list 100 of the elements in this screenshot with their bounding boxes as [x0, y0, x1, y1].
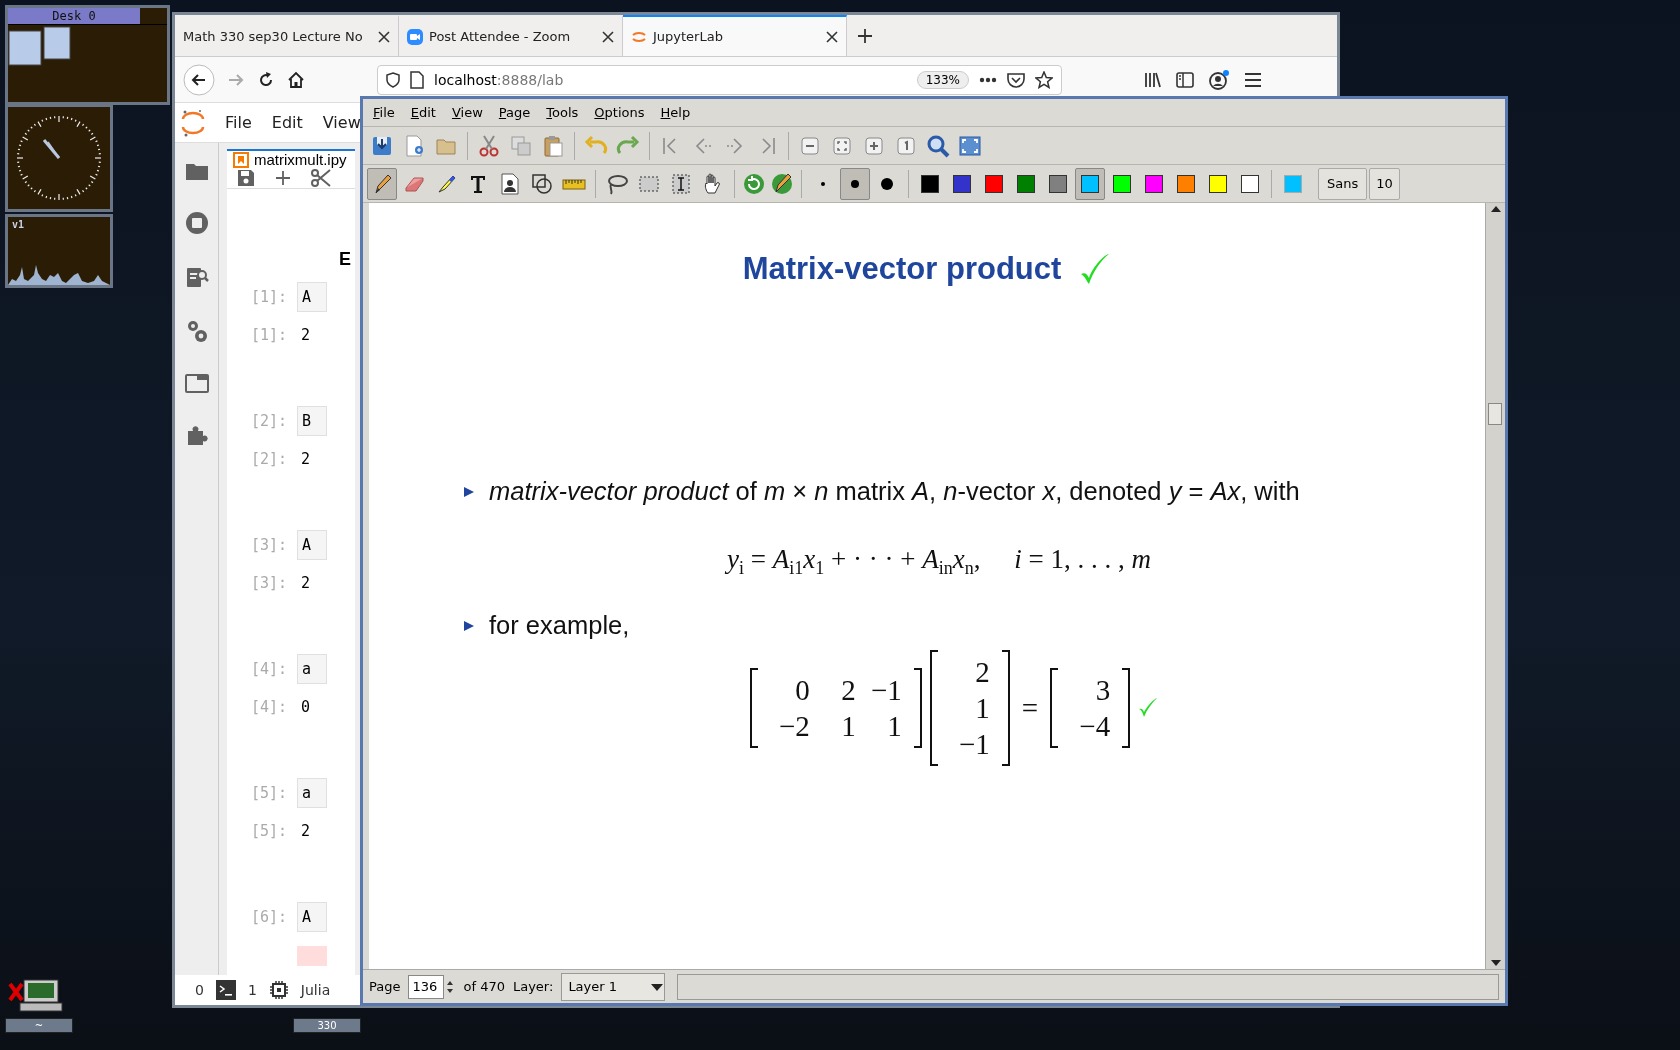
star-icon[interactable]: [1035, 70, 1053, 89]
matrix-entry: −1: [869, 673, 902, 709]
output-text: 2: [300, 822, 311, 840]
search-icon[interactable]: [926, 133, 950, 158]
page-number-field[interactable]: 136: [408, 974, 445, 999]
taskbar-label[interactable]: 330: [293, 1018, 361, 1033]
bullet-icon: [463, 619, 475, 632]
menu-item[interactable]: Page: [498, 105, 531, 120]
matrix-entry: −2: [777, 709, 810, 745]
menu-item[interactable]: View: [322, 113, 361, 132]
save-icon[interactable]: [237, 169, 255, 187]
pocket-icon[interactable]: [1007, 71, 1025, 88]
menu-item[interactable]: View: [451, 105, 483, 120]
color-picker-swatch[interactable]: [1284, 174, 1302, 193]
kernel-name: Julia: [300, 982, 331, 998]
menu-item[interactable]: Edit: [271, 113, 303, 132]
property-inspector-icon[interactable]: [184, 265, 209, 289]
library-icon[interactable]: [1144, 70, 1162, 89]
plus-icon[interactable]: [857, 27, 873, 44]
input-prompt: [1]:: [249, 288, 287, 306]
shield-icon[interactable]: [386, 71, 400, 88]
tab-title: JupyterLab: [653, 29, 724, 44]
color-button[interactable]: [1075, 167, 1105, 200]
output-text: 2: [300, 574, 311, 592]
plus-icon[interactable]: [275, 170, 291, 186]
kernel-count: 1: [247, 982, 257, 998]
code-cell[interactable]: A: [297, 282, 327, 312]
account-icon[interactable]: [1208, 69, 1230, 90]
reload-icon[interactable]: [257, 70, 275, 89]
clipboard-icon[interactable]: [541, 133, 565, 158]
input-prompt: [2]:: [249, 412, 287, 430]
matrix-entry: 0: [794, 673, 810, 709]
image-icon: [498, 171, 522, 196]
code-cell[interactable]: A: [297, 902, 327, 932]
slide-title: Matrix-vector product: [742, 251, 1062, 287]
menu-item[interactable]: File: [225, 113, 252, 132]
url-text: localhost:8888/lab: [434, 71, 565, 88]
folder-icon[interactable]: [184, 161, 209, 181]
output-prompt: [2]:: [249, 450, 287, 468]
pen-size-button[interactable]: [840, 167, 870, 200]
scissors-icon[interactable]: [311, 168, 331, 188]
pager-label: Desk 0: [8, 8, 140, 24]
notebook-tab[interactable]: matrixmult.ipy: [227, 149, 355, 168]
output-prompt: [5]:: [249, 822, 287, 840]
more-icon[interactable]: [979, 76, 997, 83]
dropdown-arrow-icon: [650, 981, 665, 992]
orbit-logo-icon: [181, 108, 205, 137]
bullet-icon: [463, 485, 475, 498]
menu-icon[interactable]: [1244, 71, 1262, 88]
matrix-entry: 2: [974, 655, 990, 691]
home-icon[interactable]: [287, 70, 305, 89]
close-icon[interactable]: [826, 30, 838, 43]
scissors-icon[interactable]: [477, 133, 501, 158]
desktop-pager[interactable]: Desk 0: [5, 5, 170, 105]
bullet-text: matrix-vector product of m × n matrix A, n-vector x, denoted y = Ax, with: [489, 477, 1300, 506]
shapes-icon: [530, 171, 554, 196]
menu-item[interactable]: Options: [594, 105, 645, 120]
layer-label: Layer:: [512, 979, 554, 994]
address-bar[interactable]: localhost:8888/lab 133%: [377, 64, 1062, 95]
vertical-scrollbar[interactable]: [1485, 203, 1505, 969]
layer-dropdown[interactable]: Layer 1: [561, 972, 666, 1001]
close-icon[interactable]: [602, 30, 614, 43]
output-text: 0: [300, 698, 311, 716]
taskbar-label[interactable]: ~: [5, 1018, 73, 1033]
math-formula: y$_{i}$ = A$_{i1}$x$_{1}$ + · · · + A$_{in}$x$_{n}$, i = 1, . . . , m: [724, 544, 1152, 580]
browser-tab[interactable]: JupyterLab: [623, 15, 847, 56]
error-output: [297, 946, 327, 966]
tabs-icon[interactable]: [184, 373, 209, 393]
code-cell[interactable]: B: [297, 406, 327, 436]
input-prompt: [6]:: [249, 908, 287, 926]
menu-item[interactable]: Edit: [410, 105, 436, 120]
input-prompt: [3]:: [249, 536, 287, 554]
notebook-icon: [233, 151, 249, 168]
tool-button[interactable]: [367, 167, 397, 200]
output-prompt: [3]:: [249, 574, 287, 592]
stop-circle-icon[interactable]: [184, 211, 209, 235]
font-size-button[interactable]: 10: [1369, 167, 1400, 200]
page-total: of 470: [463, 979, 505, 994]
meter-label: v1: [11, 218, 26, 232]
sidebar-icon[interactable]: [1176, 71, 1194, 88]
menu-item[interactable]: Help: [660, 105, 691, 120]
fullscreen-icon[interactable]: [958, 133, 982, 158]
code-cell[interactable]: a: [297, 778, 327, 808]
scrollbar-thumb[interactable]: [1488, 403, 1502, 425]
zoom-level-badge[interactable]: 133%: [916, 70, 969, 89]
tab-title: Post Attendee - Zoom: [429, 29, 572, 44]
font-button[interactable]: Sans: [1318, 167, 1368, 200]
matrix-entry: 1: [886, 709, 902, 745]
matrix-entry: 1: [840, 709, 856, 745]
menu-item[interactable]: File: [373, 105, 395, 120]
equals-sign: =: [1020, 691, 1040, 725]
tab-title: Math 330 sep30 Lecture No: [183, 29, 364, 44]
code-cell[interactable]: A: [297, 530, 327, 560]
input-prompt: [4]:: [249, 660, 287, 678]
menu-item[interactable]: Tools: [546, 105, 579, 120]
terminal-icon: [215, 980, 236, 1000]
code-cell[interactable]: a: [297, 654, 327, 684]
close-icon[interactable]: [378, 30, 390, 43]
matrix-entry: 2: [840, 673, 856, 709]
page-label: Page: [369, 979, 401, 994]
